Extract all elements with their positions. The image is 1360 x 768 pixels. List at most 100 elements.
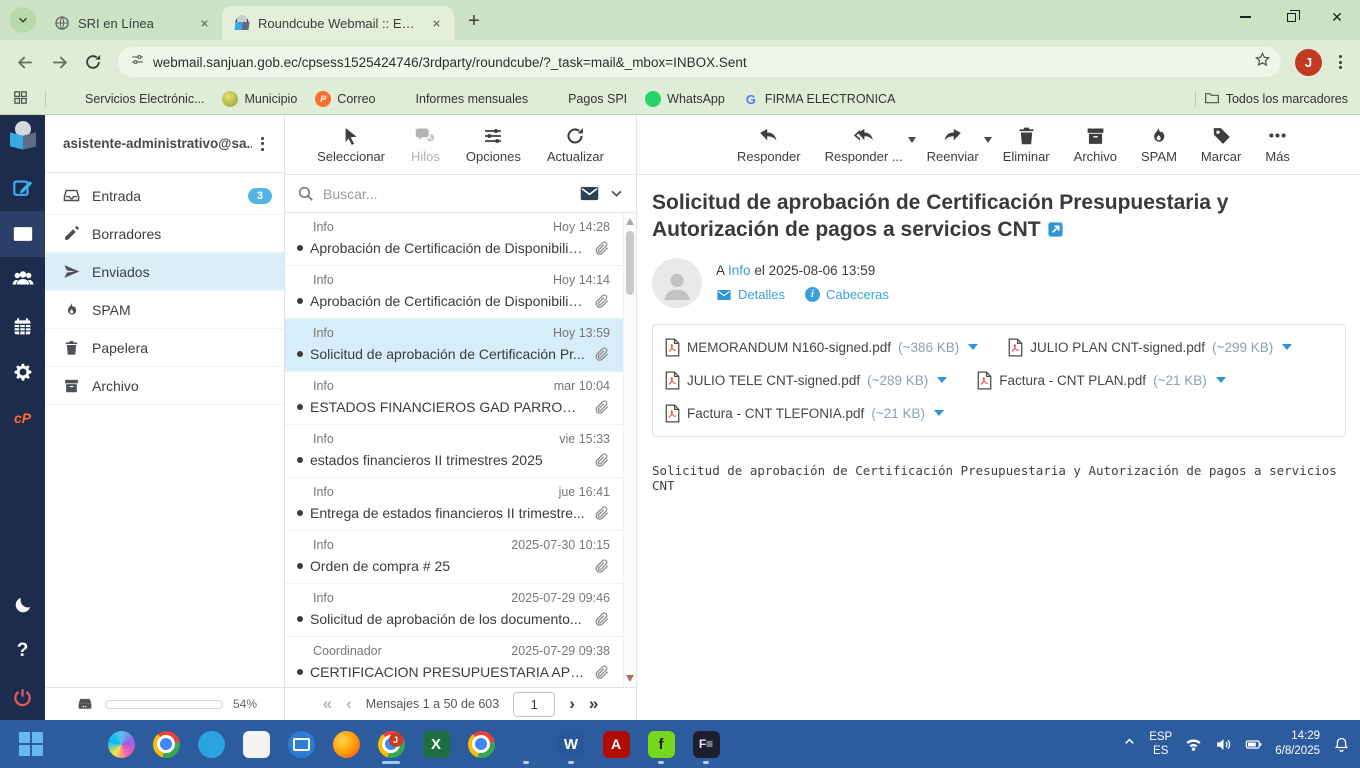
all-bookmarks-label[interactable]: Todos los marcadores: [1226, 92, 1348, 106]
list-toolbar-button[interactable]: Actualizar: [547, 126, 604, 164]
search-scope-mail-icon[interactable]: [579, 183, 600, 204]
list-toolbar-button[interactable]: Opciones: [466, 126, 521, 164]
message-toolbar-button[interactable]: Eliminar: [1003, 125, 1050, 164]
folder-item[interactable]: Papelera: [45, 329, 284, 367]
next-page-button[interactable]: ›: [569, 694, 575, 714]
taskbar-app-button[interactable]: [327, 722, 365, 766]
taskbar-app-button[interactable]: [192, 722, 230, 766]
folder-item[interactable]: Borradores: [45, 215, 284, 253]
message-list-item[interactable]: Coordinador 2025-07-29 09:38 CERTIFICACI…: [285, 637, 636, 687]
last-page-button[interactable]: »: [589, 694, 598, 714]
search-options-chevron-icon[interactable]: [609, 186, 624, 201]
battery-icon[interactable]: [1245, 736, 1262, 753]
attachment-menu-caret-icon[interactable]: [933, 410, 944, 417]
taskbar-app-button[interactable]: [102, 722, 140, 766]
scrollbar-thumb[interactable]: [626, 231, 634, 295]
message-toolbar-button[interactable]: Responder: [737, 125, 801, 164]
window-minimize-button[interactable]: [1222, 0, 1268, 34]
window-close-button[interactable]: ✕: [1314, 0, 1360, 34]
message-list-item[interactable]: Info 2025-07-30 10:15 Orden de compra # …: [285, 531, 636, 584]
reload-button[interactable]: [78, 47, 108, 77]
bookmark-item[interactable]: Informes mensuales: [385, 91, 538, 107]
notifications-bell-icon[interactable]: [1333, 736, 1350, 753]
message-list-item[interactable]: Info Hoy 14:14 Aprobación de Certificaci…: [285, 266, 636, 319]
browser-tab[interactable]: Roundcube Webmail :: Enviados: [222, 6, 454, 40]
forward-button[interactable]: [44, 47, 74, 77]
wifi-icon[interactable]: [1185, 736, 1202, 753]
first-page-button[interactable]: «: [323, 694, 332, 714]
attachment-name[interactable]: Factura - CNT TLEFONIA.pdf: [687, 406, 864, 421]
details-toggle[interactable]: Detalles: [716, 287, 785, 303]
message-list-item[interactable]: Info Hoy 14:28 Aprobación de Certificaci…: [285, 213, 636, 266]
taskbar-app-button[interactable]: X: [417, 722, 455, 766]
cpanel-button[interactable]: cP: [0, 395, 45, 441]
clock[interactable]: 14:29 6/8/2025: [1275, 729, 1320, 759]
attachment-chip[interactable]: Factura - CNT PLAN.pdf (~21 KB): [977, 371, 1226, 390]
attachment-chip[interactable]: JULIO TELE CNT-signed.pdf (~289 KB): [665, 371, 948, 390]
message-toolbar-button[interactable]: Archivo: [1074, 125, 1117, 164]
taskbar-app-button[interactable]: [507, 722, 545, 766]
bookmark-item[interactable]: WhatsApp: [636, 91, 734, 107]
browser-profile-avatar[interactable]: J: [1295, 48, 1322, 76]
speaker-icon[interactable]: [1215, 736, 1232, 753]
dropdown-caret-icon[interactable]: [983, 137, 992, 143]
rail-mail-button[interactable]: [0, 211, 45, 257]
taskbar-app-button[interactable]: [12, 722, 50, 766]
attachment-menu-caret-icon[interactable]: [968, 344, 979, 351]
attachment-name[interactable]: JULIO TELE CNT-signed.pdf: [687, 373, 860, 388]
message-list-item[interactable]: Info vie 15:33 estados financieros II tr…: [285, 425, 636, 478]
search-input[interactable]: [323, 185, 570, 202]
taskbar-app-button[interactable]: [147, 722, 185, 766]
attachment-menu-caret-icon[interactable]: [1215, 377, 1226, 384]
message-list-item[interactable]: Info jue 16:41 Entrega de estados financ…: [285, 478, 636, 531]
language-indicator[interactable]: ESP ES: [1149, 730, 1172, 759]
attachment-chip[interactable]: MEMORANDUM N160-signed.pdf (~386 KB): [665, 338, 979, 357]
taskbar-app-button[interactable]: W: [552, 722, 590, 766]
bookmark-item[interactable]: Pagos SPI: [537, 91, 636, 107]
rail-settings-button[interactable]: [0, 349, 45, 395]
folder-item[interactable]: Enviados: [45, 253, 284, 291]
message-toolbar-button[interactable]: Responder ...: [825, 125, 916, 164]
message-list-item[interactable]: Info Hoy 13:59 Solicitud de aprobación d…: [285, 319, 636, 372]
message-list-item[interactable]: Info 2025-07-29 09:46 Solicitud de aprob…: [285, 584, 636, 637]
bookmark-star-icon[interactable]: [1254, 51, 1271, 73]
taskbar-app-button[interactable]: [282, 722, 320, 766]
bookmark-item[interactable]: Servicios Electrónic...: [54, 91, 213, 107]
dropdown-caret-icon[interactable]: [907, 137, 916, 143]
taskbar-app-button[interactable]: A: [597, 722, 635, 766]
message-toolbar-button[interactable]: Reenviar: [927, 125, 992, 164]
browser-menu-icon[interactable]: [1330, 55, 1350, 69]
logout-button[interactable]: [0, 674, 45, 720]
taskbar-app-button[interactable]: [237, 722, 275, 766]
attachment-menu-caret-icon[interactable]: [937, 377, 948, 384]
site-settings-icon[interactable]: [130, 52, 145, 72]
taskbar-app-button[interactable]: [57, 722, 95, 766]
apps-grid-icon[interactable]: [12, 89, 29, 109]
back-button[interactable]: [10, 47, 40, 77]
url-text[interactable]: webmail.sanjuan.gob.ec/cpsess1525424746/…: [153, 55, 1246, 70]
compose-button[interactable]: [0, 165, 45, 211]
attachment-name[interactable]: JULIO PLAN CNT-signed.pdf: [1030, 340, 1205, 355]
tab-search-button[interactable]: [10, 7, 36, 33]
tab-close-icon[interactable]: [428, 15, 444, 31]
taskbar-app-button[interactable]: F≡: [687, 722, 725, 766]
taskbar-app-button[interactable]: f: [642, 722, 680, 766]
message-toolbar-button[interactable]: Marcar: [1201, 125, 1241, 164]
prev-page-button[interactable]: ‹: [346, 694, 352, 714]
attachment-chip[interactable]: Factura - CNT TLEFONIA.pdf (~21 KB): [665, 404, 944, 423]
attachment-name[interactable]: Factura - CNT PLAN.pdf: [999, 373, 1146, 388]
tray-overflow-chevron-icon[interactable]: [1123, 735, 1136, 753]
help-button[interactable]: ?: [0, 628, 45, 674]
address-bar[interactable]: webmail.sanjuan.gob.ec/cpsess1525424746/…: [118, 47, 1281, 77]
list-toolbar-button[interactable]: Seleccionar: [317, 126, 385, 164]
bookmark-item[interactable]: G FIRMA ELECTRONICA: [734, 91, 905, 107]
scroll-up-icon[interactable]: [626, 218, 634, 225]
rail-calendar-button[interactable]: [0, 303, 45, 349]
folder-item[interactable]: Archivo: [45, 367, 284, 405]
headers-toggle[interactable]: i Cabeceras: [804, 287, 889, 303]
attachment-name[interactable]: MEMORANDUM N160-signed.pdf: [687, 340, 891, 355]
new-tab-button[interactable]: +: [460, 7, 488, 35]
window-restore-button[interactable]: [1268, 0, 1314, 34]
account-menu-icon[interactable]: [252, 136, 272, 151]
dark-mode-button[interactable]: [0, 582, 45, 628]
